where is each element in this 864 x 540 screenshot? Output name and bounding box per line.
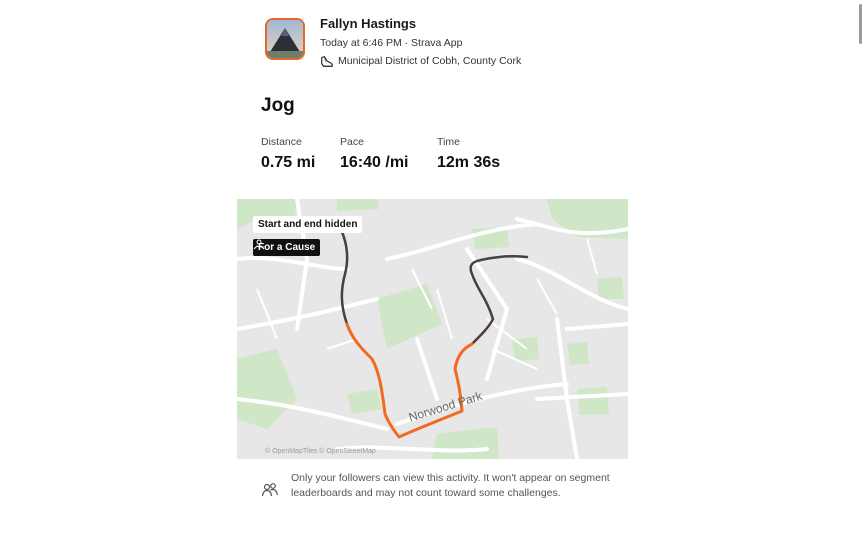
stat-value: 0.75 mi — [261, 154, 316, 171]
stat-time: Time 12m 36s — [437, 136, 500, 172]
for-a-cause-badge[interactable]: For a Cause — [253, 239, 321, 256]
road-network — [237, 199, 628, 459]
hands-heart-icon — [253, 239, 265, 250]
stat-label: Time — [437, 136, 460, 148]
scrollbar[interactable] — [859, 4, 862, 44]
shoe-icon — [321, 56, 333, 67]
map-canvas — [237, 199, 628, 459]
location-text: Municipal District of Cobh, County Cork — [338, 55, 522, 67]
activity-card: Fallyn Hastings Today at 6:46 PM · Strav… — [237, 0, 862, 540]
start-end-hidden-badge: Start and end hidden — [253, 216, 363, 233]
mountain-avatar-icon — [267, 20, 303, 58]
activity-location: Municipal District of Cobh, County Cork — [320, 54, 521, 68]
stat-label: Pace — [340, 136, 364, 148]
stat-label: Distance — [261, 136, 302, 148]
stat-pace: Pace 16:40 /mi — [340, 136, 408, 172]
stat-distance: Distance 0.75 mi — [261, 136, 315, 172]
athlete-avatar[interactable] — [265, 18, 305, 60]
stat-value: 16:40 /mi — [340, 154, 409, 171]
stat-value: 12m 36s — [437, 154, 501, 171]
privacy-notice: Only your followers can view this activi… — [261, 471, 621, 500]
map-attribution: © OpenMapTiles © OpenStreetMap — [265, 448, 376, 455]
for-a-cause-label: For a Cause — [258, 242, 316, 253]
route-map[interactable]: Start and end hidden For a Cause Norwood… — [237, 199, 628, 459]
privacy-text: Only your followers can view this activi… — [291, 472, 610, 499]
athlete-name[interactable]: Fallyn Hastings — [320, 16, 416, 31]
activity-meta: Today at 6:46 PM · Strava App — [320, 37, 463, 49]
hidden-route-start — [340, 230, 349, 326]
activity-title[interactable]: Jog — [261, 95, 295, 117]
people-icon — [261, 483, 278, 497]
